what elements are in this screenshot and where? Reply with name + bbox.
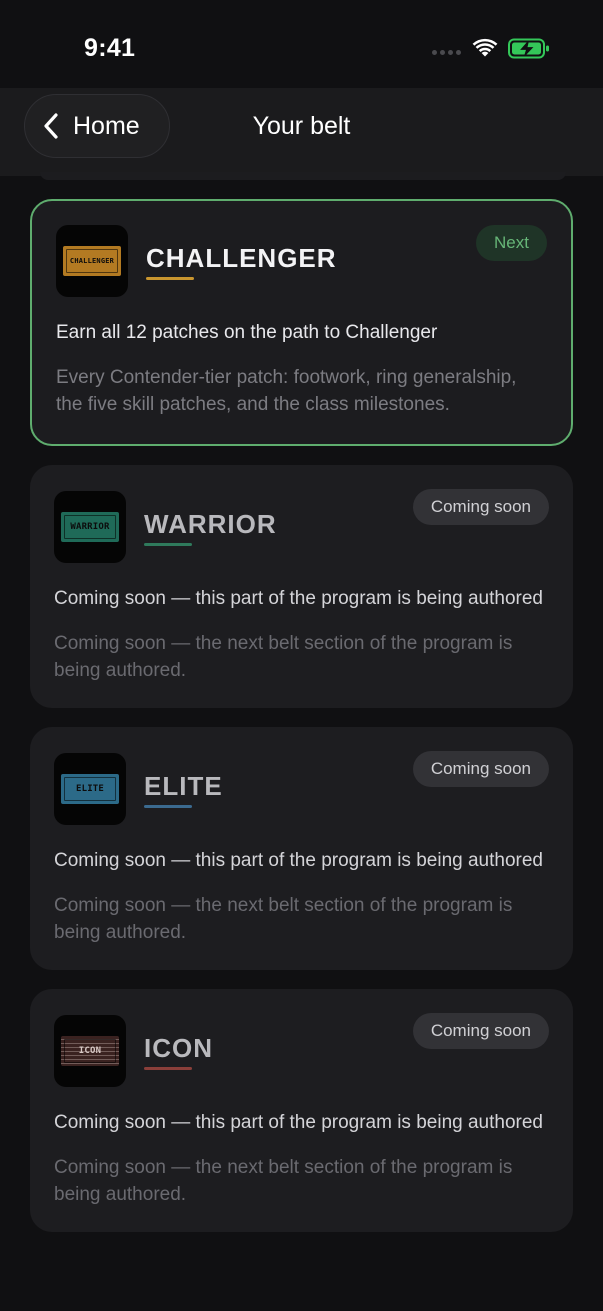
belt-detail: Coming soon — the next belt section of t… — [54, 1157, 513, 1205]
patch-label: WARRIOR — [61, 512, 119, 542]
battery-charging-icon — [508, 38, 549, 59]
belt-description: Coming soon — this part of the program i… — [54, 588, 543, 609]
cellular-signal-icon — [432, 50, 461, 55]
belt-accent-underline — [144, 543, 192, 546]
belt-description: Coming soon — this part of the program i… — [54, 1112, 543, 1133]
status-time: 9:41 — [84, 34, 136, 62]
patch-label: ICON — [61, 1036, 119, 1066]
warrior-patch-icon: WARRIOR — [54, 491, 126, 563]
patch-label: ELITE — [61, 774, 119, 804]
belt-title: ICON — [144, 1033, 213, 1063]
belt-detail: Coming soon — the next belt section of t… — [54, 633, 513, 681]
belt-detail: Coming soon — the next belt section of t… — [54, 895, 513, 943]
belt-card-elite[interactable]: ELITE ELITE Coming soon Coming soon — th… — [30, 727, 573, 970]
status-badge: Coming soon — [412, 1013, 549, 1049]
belt-card-icon[interactable]: ICON ICON Coming soon Coming soon — this… — [30, 989, 573, 1232]
status-bar: 9:41 — [0, 0, 603, 88]
belt-accent-underline — [144, 805, 192, 808]
icon-patch-icon: ICON — [54, 1015, 126, 1087]
challenger-patch-icon: CHALLENGER — [56, 225, 128, 297]
nav-header: Home Your belt — [0, 88, 603, 176]
elite-patch-icon: ELITE — [54, 753, 126, 825]
status-badge: Coming soon — [412, 751, 549, 787]
belt-accent-underline — [146, 277, 194, 280]
status-badge: Coming soon — [412, 489, 549, 525]
belt-description: Earn all 12 patches on the path to Chall… — [56, 322, 438, 343]
belt-card-warrior[interactable]: WARRIOR WARRIOR Coming soon Coming soon … — [30, 465, 573, 708]
belt-description: Coming soon — this part of the program i… — [54, 850, 543, 871]
status-badge: Next — [476, 225, 547, 261]
patch-label: CHALLENGER — [63, 246, 121, 276]
wifi-icon — [472, 38, 498, 57]
screen: 9:41 Home Your belt CHALLENGER CHALLENGE… — [0, 0, 603, 1311]
belt-title: WARRIOR — [144, 509, 277, 539]
belt-detail: Every Contender-tier patch: footwork, ri… — [56, 367, 517, 415]
belt-title: CHALLENGER — [146, 243, 337, 273]
previous-card-edge — [40, 172, 566, 180]
belt-accent-underline — [144, 1067, 192, 1070]
belt-list: CHALLENGER CHALLENGER Next Earn all 12 p… — [30, 199, 573, 1251]
belt-title: ELITE — [144, 771, 223, 801]
page-title: Your belt — [252, 112, 351, 140]
belt-card-challenger[interactable]: CHALLENGER CHALLENGER Next Earn all 12 p… — [30, 199, 573, 446]
